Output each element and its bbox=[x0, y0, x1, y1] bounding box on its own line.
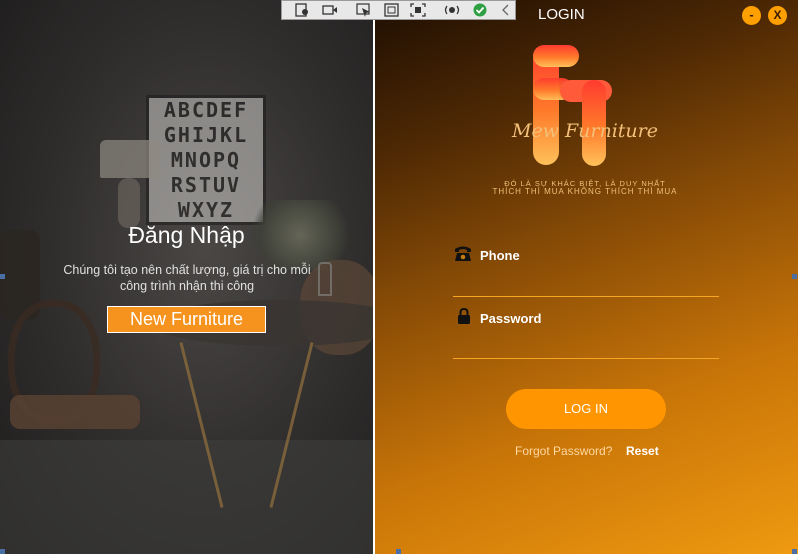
left-photo-panel: ABCDEF GHIJKL MNOPQ RSTUV WXYZ Đăng Nhập… bbox=[0, 0, 373, 554]
resize-handle[interactable] bbox=[0, 274, 5, 279]
phone-input[interactable] bbox=[453, 270, 719, 297]
region-capture-icon[interactable] bbox=[410, 3, 426, 17]
left-subtitle: Chúng tôi tạo nên chất lượng, giá trị ch… bbox=[63, 263, 311, 293]
poster-row: RSTUV bbox=[170, 173, 242, 197]
resize-handle[interactable] bbox=[792, 274, 797, 279]
phone-label: Phone bbox=[480, 248, 520, 263]
password-label: Password bbox=[480, 311, 542, 326]
lock-icon bbox=[458, 308, 470, 324]
phone-icon bbox=[455, 246, 471, 261]
check-icon[interactable] bbox=[472, 3, 488, 17]
capture-toolbar bbox=[281, 0, 516, 20]
resize-handle[interactable] bbox=[0, 549, 5, 554]
settings-icon[interactable] bbox=[294, 3, 310, 17]
resize-handle[interactable] bbox=[396, 549, 401, 554]
password-input[interactable] bbox=[453, 332, 719, 359]
minimize-button[interactable]: - bbox=[742, 6, 761, 25]
chair-seat bbox=[10, 395, 140, 429]
window-capture-icon[interactable] bbox=[384, 3, 400, 17]
mf-logo-icon bbox=[533, 45, 612, 166]
pointer-icon[interactable] bbox=[356, 3, 372, 17]
wine-glass bbox=[318, 262, 332, 296]
left-title: Đăng Nhập bbox=[128, 222, 245, 248]
new-furniture-button[interactable]: New Furniture bbox=[107, 306, 266, 333]
brand-name: Mew Furniture bbox=[511, 120, 659, 142]
audio-icon[interactable] bbox=[444, 3, 460, 17]
chevron-left-icon[interactable] bbox=[498, 3, 514, 17]
video-icon[interactable] bbox=[322, 3, 338, 17]
forgot-password-label: Forgot Password? bbox=[515, 444, 613, 458]
floor-shape bbox=[0, 440, 373, 554]
lamp-shade bbox=[100, 140, 160, 178]
resize-handle[interactable] bbox=[792, 549, 797, 554]
window-title: LOGIN bbox=[538, 6, 585, 23]
login-button[interactable]: LOG IN bbox=[506, 389, 666, 429]
poster-row: ABCDEF bbox=[163, 98, 249, 122]
poster-row: MNOPQ bbox=[170, 148, 242, 172]
close-button[interactable]: X bbox=[768, 6, 787, 25]
slogan-line-2: THÍCH THÌ MUA KHÔNG THÍCH THÌ MUA bbox=[492, 187, 678, 196]
lamp-base bbox=[118, 178, 140, 228]
login-window: ABCDEF GHIJKL MNOPQ RSTUV WXYZ Đăng Nhập… bbox=[0, 0, 798, 554]
poster-row: GHIJKL bbox=[163, 123, 249, 147]
reset-link[interactable]: Reset bbox=[626, 444, 659, 458]
